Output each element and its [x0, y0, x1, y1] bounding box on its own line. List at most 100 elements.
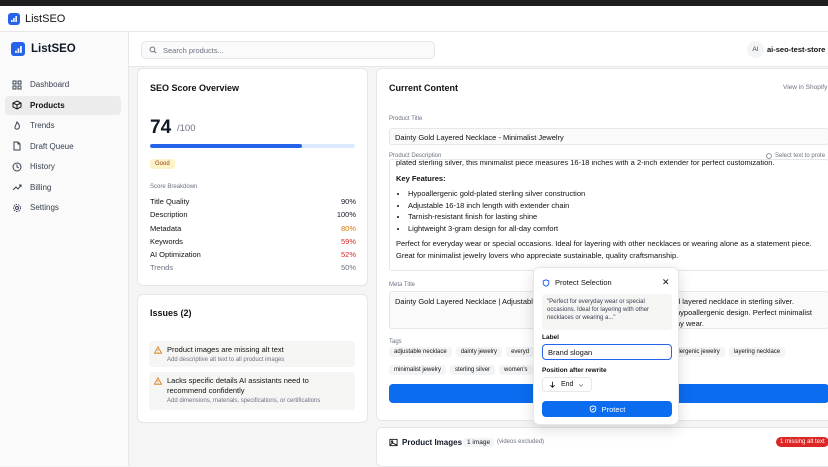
label-input[interactable] — [542, 344, 672, 360]
breakdown-row: Keywords 59% — [150, 237, 356, 250]
top-header: AI ai-seo-test-store — [129, 32, 828, 67]
dashboard-icon — [12, 80, 22, 89]
seo-score-title: SEO Score Overview — [150, 83, 240, 93]
protect-button[interactable]: Protect — [542, 401, 672, 417]
meta-description-text-2: hypoallergenic design. Perfect minimalis… — [676, 308, 812, 317]
description-outro: Perfect for everyday wear or special occ… — [396, 239, 812, 260]
box-icon — [12, 100, 22, 110]
sidebar-item-history[interactable]: History — [5, 157, 121, 176]
status-badge: Good — [150, 159, 175, 169]
sidebar-item-products[interactable]: Products — [5, 95, 121, 115]
avatar[interactable]: AI — [747, 41, 764, 58]
product-images-title: Product Images — [402, 438, 463, 447]
tag[interactable]: layering necklace — [728, 347, 786, 357]
sidebar: ListSEO Dashboard Products Trends Draft … — [0, 32, 129, 466]
missing-alt-badge: 1 missing alt text — [776, 437, 828, 447]
tag[interactable]: dainty jewelry — [455, 347, 503, 357]
sidebar-item-dashboard[interactable]: Dashboard — [5, 75, 121, 94]
sidebar-item-label: Dashboard — [30, 80, 70, 89]
breakdown-title: Score Breakdown — [150, 184, 198, 190]
app-title: ListSEO — [25, 12, 66, 25]
breakdown-label: Keywords — [150, 236, 183, 246]
tag[interactable]: minimalist jewelry — [389, 365, 447, 375]
meta-title-label: Meta Title — [389, 282, 416, 288]
search-box[interactable] — [141, 41, 435, 59]
sidebar-item-label: Settings — [30, 203, 59, 212]
description-editor[interactable]: plated sterling silver, this minimalist … — [389, 159, 828, 271]
issue-item[interactable]: Product images are missing alt text Add … — [149, 341, 355, 367]
flame-icon — [14, 120, 20, 130]
gear-icon — [13, 203, 21, 212]
position-select[interactable]: End — [542, 377, 592, 392]
popover-title: Protect Selection — [555, 278, 612, 287]
product-images-card: Product Images 1 image (videos excluded)… — [376, 427, 828, 467]
sidebar-nav: Dashboard Products Trends Draft Queue Hi… — [5, 75, 121, 219]
breakdown-value: 52% — [340, 250, 356, 260]
breakdown-row: AI Optimization 52% — [150, 250, 356, 263]
popover-header: Protect Selection — [542, 278, 612, 287]
breakdown-value: 90% — [340, 197, 356, 206]
issue-description: Add dimensions, materials, specification… — [167, 398, 321, 404]
meta-title-text: Dainty Gold Layered Necklace | Adjustabl… — [395, 297, 538, 306]
arrow-down-icon — [550, 381, 555, 388]
close-icon[interactable]: ✕ — [662, 277, 670, 288]
features-list: Hypoallergenic gold-plated sterling silv… — [396, 188, 822, 234]
breakdown-label: Title Quality — [150, 197, 190, 206]
position-value: End — [561, 381, 574, 388]
selected-text-quote: "Perfect for everyday wear or special oc… — [542, 294, 672, 330]
image-icon — [389, 438, 398, 447]
history-icon — [12, 162, 22, 171]
images-note: (videos excluded) — [497, 439, 545, 445]
sidebar-item-label: Products — [30, 100, 65, 110]
breakdown-value: 50% — [340, 263, 356, 273]
sidebar-item-label: Billing — [30, 182, 52, 192]
image-count: 1 image — [463, 438, 495, 447]
warning-icon — [154, 346, 162, 354]
store-name[interactable]: ai-seo-test-store — [767, 45, 825, 54]
issue-description: Add descriptive alt text to all product … — [167, 357, 285, 363]
position-label: Position after rewrite — [542, 367, 607, 374]
protect-button-label: Protect — [601, 404, 626, 414]
score-progress-bar — [150, 144, 355, 148]
brand-name: ListSEO — [31, 43, 76, 55]
breakdown-label: Trends — [150, 263, 174, 273]
breakdown-row: Description 100% — [150, 210, 356, 223]
sidebar-item-label: Draft Queue — [30, 141, 74, 151]
list-item: Tarnish-resistant finish for lasting shi… — [408, 211, 822, 223]
sidebar-item-draft-queue[interactable]: Draft Queue — [5, 137, 121, 156]
meta-description-text-3: ay wear. — [676, 319, 704, 328]
tag[interactable]: everyd — [506, 347, 535, 357]
sidebar-item-trends[interactable]: Trends — [5, 116, 121, 135]
product-title-field[interactable]: Dainty Gold Layered Necklace - Minimalis… — [389, 128, 828, 145]
shield-check-icon — [589, 405, 596, 413]
sidebar-item-label: History — [30, 162, 55, 171]
warning-icon — [154, 377, 162, 385]
app-logo-icon — [8, 12, 20, 25]
sidebar-item-settings[interactable]: Settings — [5, 198, 121, 217]
issue-item[interactable]: Lacks specific details AI assistants nee… — [149, 372, 355, 410]
breakdown-label: Metadata — [150, 223, 182, 233]
features-heading: Key Features: — [396, 174, 446, 183]
view-in-shopify-link[interactable]: View in Shopify — [783, 84, 827, 91]
breakdown-value: 80% — [340, 223, 356, 233]
brand[interactable]: ListSEO — [11, 42, 76, 56]
issue-title: Product images are missing alt text — [167, 345, 284, 354]
tag[interactable]: sterling silver — [450, 365, 496, 375]
search-icon — [149, 46, 157, 54]
label-field-label: Label — [542, 334, 559, 341]
score-progress-fill — [150, 144, 302, 148]
issue-title: Lacks specific details AI assistants nee… — [167, 376, 309, 395]
search-input[interactable] — [163, 45, 413, 55]
chevron-down-icon — [579, 383, 584, 387]
breakdown-label: AI Optimization — [150, 250, 201, 260]
seo-score-card: SEO Score Overview 74 /100 Good Score Br… — [137, 68, 368, 286]
breakdown-label: Description — [150, 210, 188, 220]
tag[interactable]: adjustable necklace — [389, 347, 452, 357]
score-breakdown: Title Quality 90% Description 100% Metadat… — [150, 197, 356, 277]
tag[interactable]: women's — [499, 365, 533, 375]
shield-icon — [542, 278, 550, 287]
breakdown-row: Trends 50% — [150, 263, 356, 276]
list-item: Lightweight 3-gram design for all-day co… — [408, 223, 822, 235]
brand-logo-icon — [11, 42, 25, 56]
sidebar-item-billing[interactable]: Billing — [5, 178, 121, 197]
